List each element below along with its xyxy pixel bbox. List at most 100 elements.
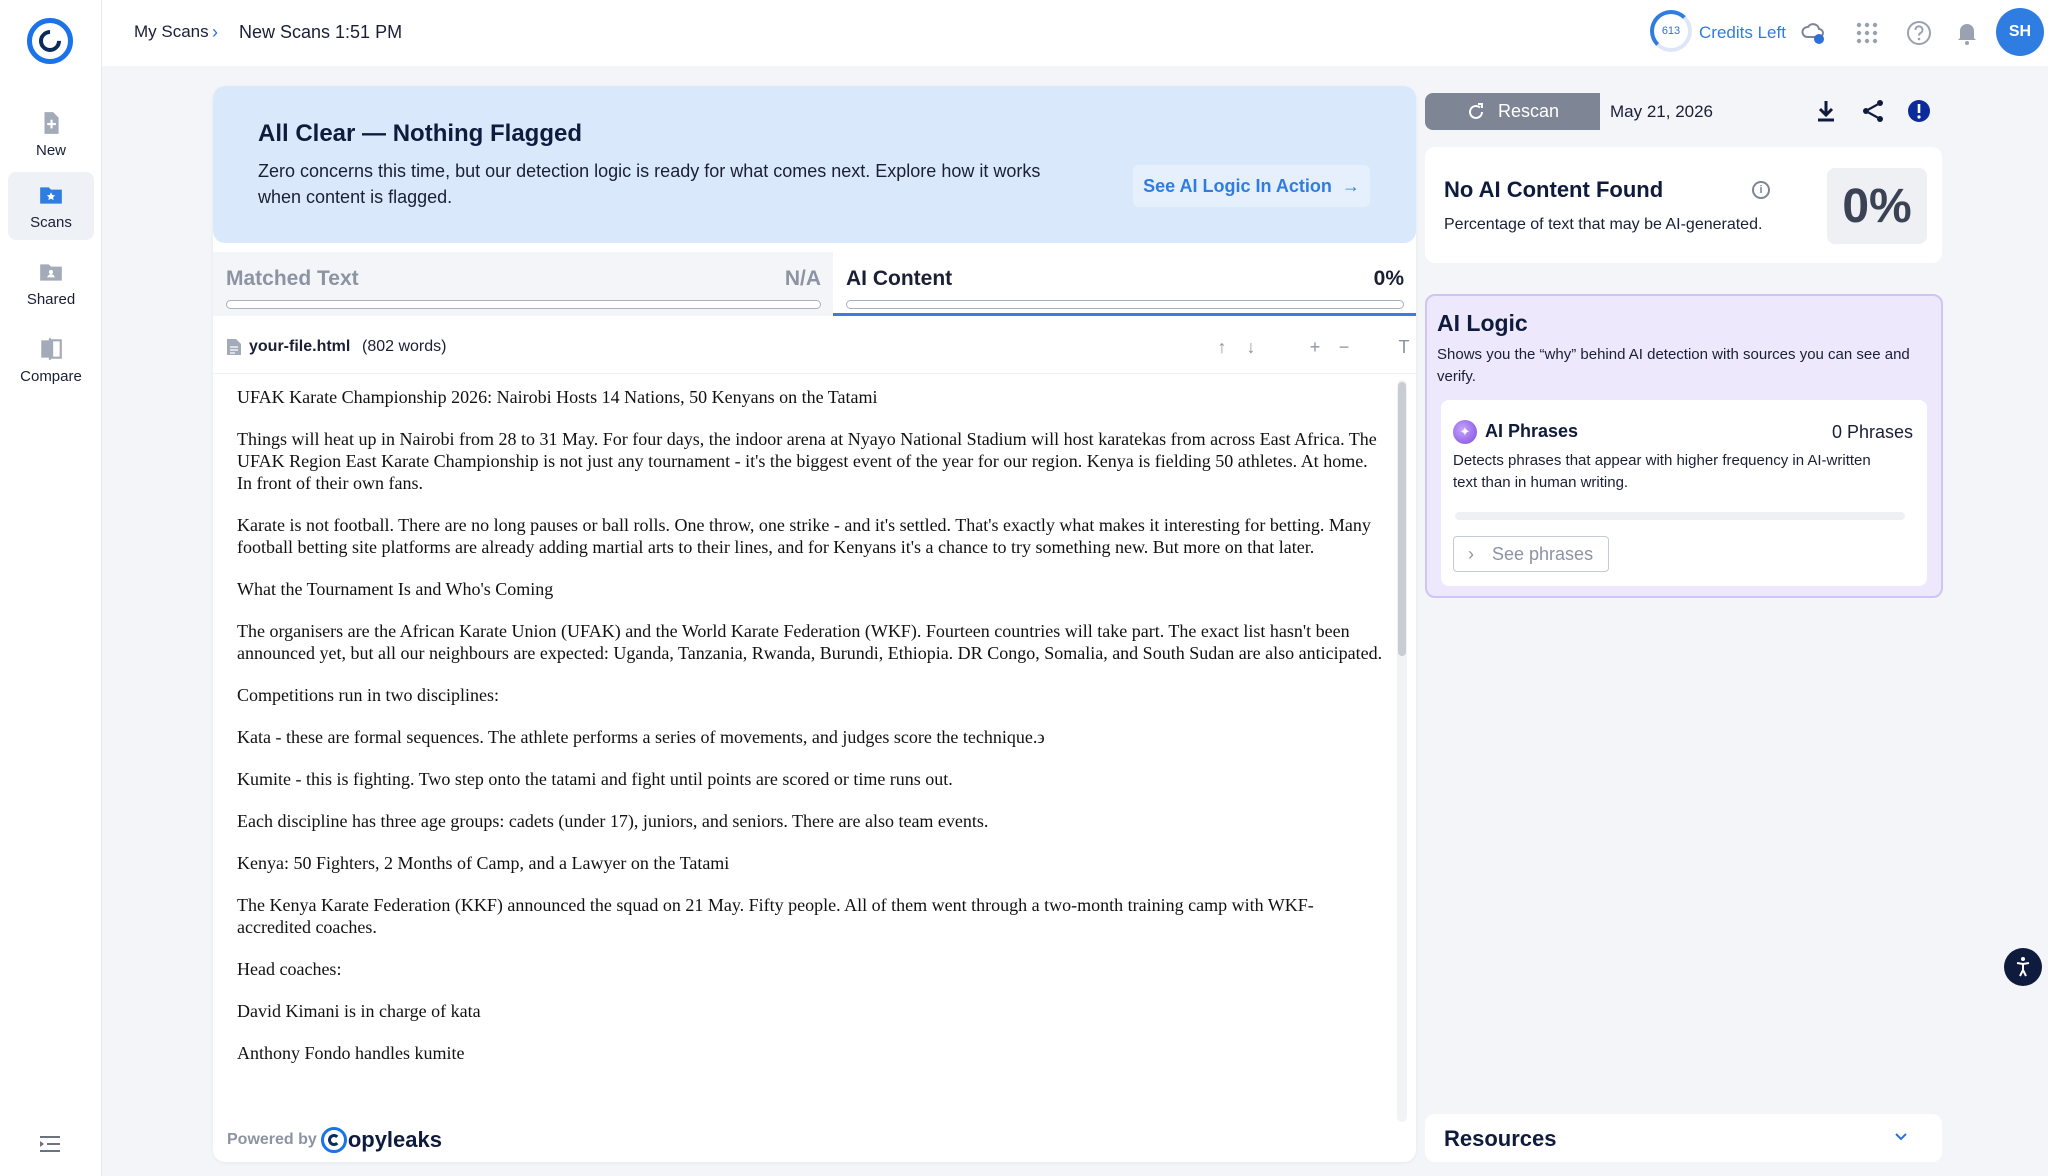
chevron-right-icon: ›: [212, 22, 218, 42]
document-paragraph: Karate is not football. There are no lon…: [237, 515, 1371, 557]
chevron-right-icon: ›: [1468, 543, 1474, 564]
see-phrases-button[interactable]: › See phrases: [1453, 536, 1609, 572]
document-paragraph: UFAK Karate Championship 2026: Nairobi H…: [237, 387, 878, 407]
ai-phrases-title: AI Phrases: [1485, 421, 1579, 441]
copyleaks-logo-icon[interactable]: [27, 18, 73, 64]
help-icon[interactable]: [1906, 20, 1932, 46]
ai-logic-card: AI Logic Shows you the “why” behind AI d…: [1425, 294, 1943, 598]
document-paragraph: The Kenya Karate Federation (KKF) announ…: [237, 895, 1314, 937]
ai-logic-description: Shows you the “why” behind AI detection …: [1437, 346, 1910, 385]
banner-title: All Clear — Nothing Flagged: [258, 120, 583, 147]
credits-ring[interactable]: 613: [1650, 10, 1692, 52]
document-paragraph: Anthony Fondo handles kumite: [237, 1043, 465, 1063]
share-icon[interactable]: [1860, 98, 1886, 124]
ai-phrases-count: 0 Phrases: [1831, 422, 1913, 442]
download-icon[interactable]: [1813, 98, 1839, 124]
sparkle-icon: ✦: [1453, 420, 1477, 444]
scans-folder-icon: [40, 186, 62, 204]
ai-percentage: 0%: [1827, 168, 1927, 244]
result-tabs: Matched Text N/A AI Content 0%: [213, 252, 1416, 316]
document-paragraph: Things will heat up in Nairobi from 28 t…: [237, 429, 1377, 493]
no-ai-content-card: No AI Content Found i Percentage of text…: [1425, 147, 1942, 263]
tab-ai-content[interactable]: AI Content 0%: [833, 252, 1416, 316]
chevron-down-icon[interactable]: [1894, 1130, 1908, 1144]
document-scrollbar[interactable]: [1397, 380, 1407, 1122]
zoom-out-icon[interactable]: −: [1335, 338, 1353, 356]
ai-logic-title: AI Logic: [1437, 310, 1528, 336]
no-ai-description: Percentage of text that may be AI-genera…: [1444, 216, 1763, 233]
copyleaks-brand[interactable]: opyleaks: [320, 1127, 442, 1153]
copyleaks-logo-icon: [320, 1127, 347, 1153]
tab-value: N/A: [784, 267, 821, 290]
all-clear-banner: All Clear — Nothing Flagged Zero concern…: [213, 86, 1416, 243]
rescan-button[interactable]: Rescan: [1425, 93, 1600, 130]
sidebar-item-compare[interactable]: Compare: [8, 326, 94, 394]
rescan-label: Rescan: [1497, 101, 1560, 121]
top-bar: My Scans › New Scans 1:51 PM 613 Credits…: [102, 0, 2048, 66]
credits-left-label[interactable]: Credits Left: [1699, 23, 1786, 43]
sidebar-item-label: Scans: [30, 213, 72, 231]
sidebar-item-label: New: [35, 141, 66, 159]
document-paragraph: Kenya: 50 Fighters, 2 Months of Camp, an…: [237, 853, 730, 873]
apps-grid-icon[interactable]: [1854, 20, 1880, 46]
document-paragraph: Each discipline has three age groups: ca…: [237, 811, 989, 831]
tab-label: AI Content: [846, 267, 953, 290]
word-count: (802 words): [362, 338, 447, 355]
banner-text: Zero concerns this time, but our detecti…: [258, 161, 1041, 207]
resources-title: Resources: [1444, 1126, 1557, 1151]
avatar[interactable]: SH: [1996, 8, 2044, 56]
document-paragraph: Head coaches:: [237, 959, 342, 979]
left-sidebar: New Scans Shared Compare: [0, 0, 102, 1176]
new-file-icon: [44, 111, 59, 134]
scan-date: May 21, 2026: [1600, 93, 1790, 130]
powered-by: Powered by opyleaks: [227, 1127, 442, 1153]
ai-phrases-box: ✦ AI Phrases 0 Phrases Detects phrases t…: [1441, 400, 1927, 586]
breadcrumb-current-scan: New Scans 1:51 PM: [239, 22, 403, 42]
see-phrases-label: See phrases: [1492, 543, 1594, 564]
compare-icon: [41, 337, 62, 360]
tab-matched-text[interactable]: Matched Text N/A: [213, 252, 833, 316]
arrow-down-icon[interactable]: ↓: [1242, 338, 1260, 356]
button-label: See AI Logic In Action: [1143, 175, 1332, 196]
tab-progress-track: [226, 300, 821, 309]
info-icon[interactable]: i: [1752, 181, 1770, 199]
sidebar-item-shared[interactable]: Shared: [8, 249, 94, 317]
file-toolbar: your-file.html (802 words) ↑ ↓ + − T: [213, 318, 1416, 374]
document-paragraph: Kata - these are formal sequences. The a…: [237, 727, 1045, 747]
refresh-icon: [1469, 102, 1483, 119]
sidebar-item-new[interactable]: New: [8, 100, 94, 168]
breadcrumb-my-scans[interactable]: My Scans: [134, 22, 209, 42]
document-paragraph: Kumite - this is fighting. Two step onto…: [237, 769, 953, 789]
expand-sidebar-icon[interactable]: [38, 1134, 62, 1154]
arrow-right-icon: →: [1341, 175, 1360, 196]
file-icon: [227, 339, 241, 355]
accessibility-icon[interactable]: [2004, 948, 2042, 986]
sidebar-item-label: Compare: [20, 367, 82, 385]
see-ai-logic-button[interactable]: See AI Logic In Action →: [1133, 165, 1370, 207]
brand-text: opyleaks: [347, 1127, 442, 1152]
document-paragraph: Competitions run in two disciplines:: [237, 685, 499, 705]
alert-icon[interactable]: [1906, 98, 1932, 124]
tab-label: Matched Text: [226, 267, 359, 290]
cloud-sync-icon[interactable]: [1800, 20, 1826, 46]
zoom-in-icon[interactable]: +: [1306, 338, 1324, 356]
scrollbar-thumb[interactable]: [1398, 382, 1406, 656]
tab-value: 0%: [1373, 267, 1404, 290]
document-paragraph: David Kimani is in charge of kata: [237, 1001, 481, 1021]
resources-card[interactable]: Resources: [1425, 1114, 1942, 1162]
bell-icon[interactable]: [1954, 20, 1980, 46]
document-text: UFAK Karate Championship 2026: Nairobi H…: [237, 386, 1387, 1096]
text-format-icon[interactable]: T: [1395, 338, 1413, 356]
file-name: your-file.html: [249, 338, 351, 355]
tab-progress-track: [846, 300, 1404, 309]
document-paragraph: The organisers are the African Karate Un…: [237, 621, 1383, 663]
arrow-up-icon[interactable]: ↑: [1213, 338, 1231, 356]
ai-phrases-description: Detects phrases that appear with higher …: [1453, 452, 1871, 491]
shared-folder-icon: [40, 263, 62, 281]
ai-phrases-progress: [1455, 512, 1905, 520]
sidebar-item-label: Shared: [26, 290, 76, 308]
report-panel: All Clear — Nothing Flagged Zero concern…: [213, 86, 1416, 1162]
no-ai-title: No AI Content Found: [1444, 177, 1664, 202]
document-paragraph: What the Tournament Is and Who's Coming: [237, 579, 554, 599]
sidebar-item-scans[interactable]: Scans: [8, 172, 94, 240]
